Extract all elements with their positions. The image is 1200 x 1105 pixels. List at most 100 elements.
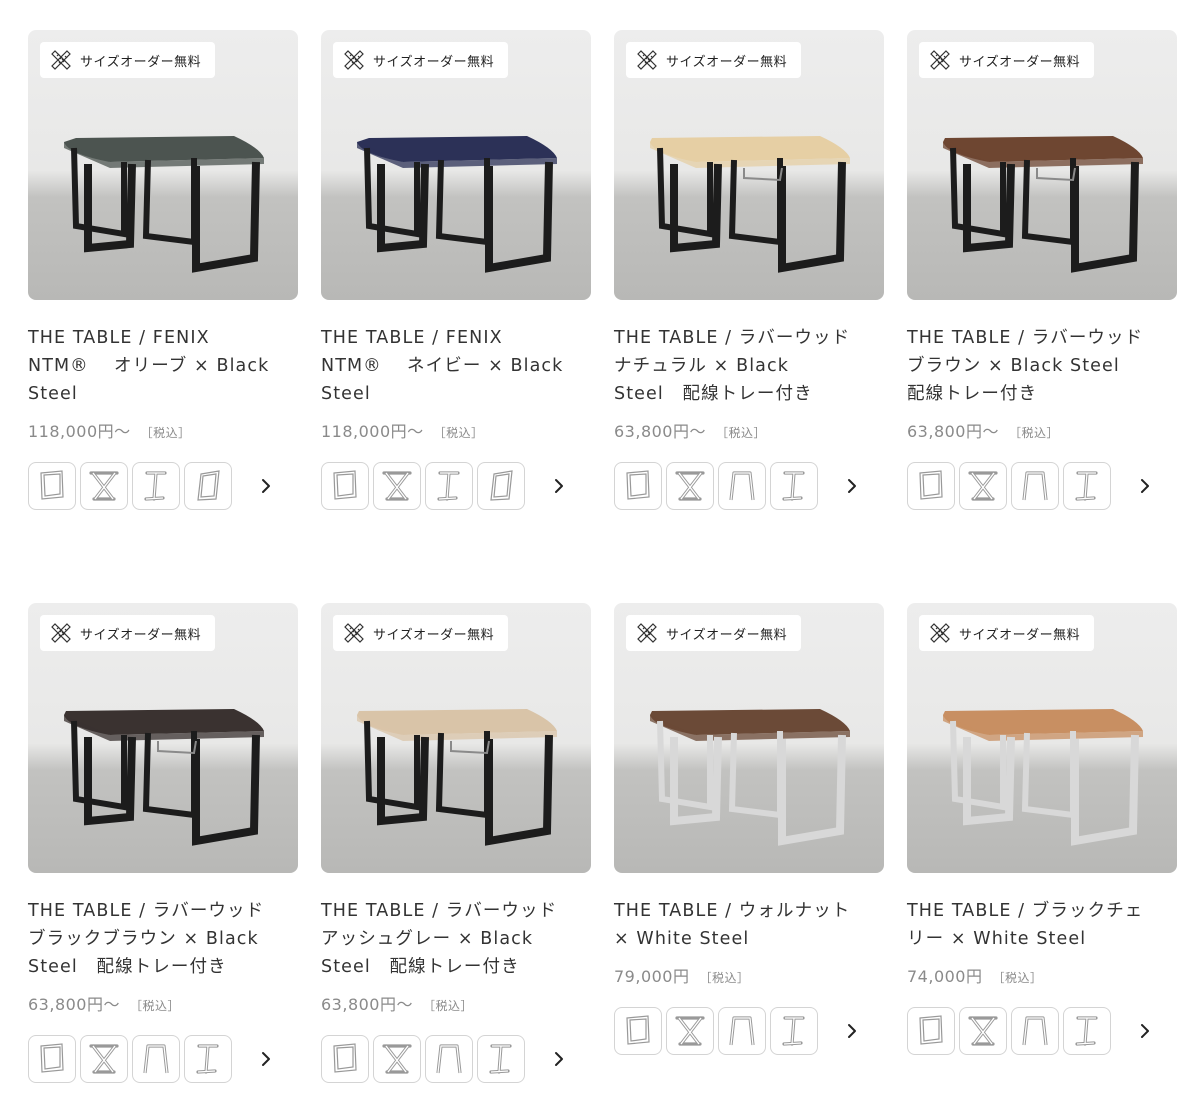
product-card[interactable]: サイズオーダー無料 THE TABLE / ウォルナット × White Ste… [614, 603, 884, 1055]
chevron-right-icon[interactable] [840, 1019, 864, 1043]
leg-option[interactable] [28, 462, 76, 510]
x-leg-icon [968, 1016, 998, 1046]
leg-option[interactable] [477, 1035, 525, 1083]
i-leg-icon [1075, 471, 1098, 501]
leg-option[interactable] [770, 462, 818, 510]
leg-option[interactable] [1011, 462, 1059, 510]
slanted-leg-icon [197, 470, 220, 501]
chevron-right-icon[interactable] [254, 474, 278, 498]
title-line: THE TABLE / FENIX [28, 328, 210, 348]
title-line: Steel 配線トレー付き [28, 957, 227, 977]
product-title[interactable]: THE TABLE / ブラックチェ リー × White Steel [907, 897, 1177, 953]
leg-option[interactable] [1063, 462, 1111, 510]
chevron-right-icon[interactable] [1133, 474, 1157, 498]
ruler-cross-svg [344, 623, 364, 643]
title-line: × White Steel [614, 929, 750, 949]
size-order-badge: サイズオーダー無料 [626, 42, 802, 78]
product-photo[interactable]: サイズオーダー無料 [614, 603, 884, 873]
product-card[interactable]: サイズオーダー無料 THE TABLE / ラバーウッド アッシュグレー × B… [321, 603, 591, 1083]
leg-option[interactable] [959, 1007, 1007, 1055]
ruler-cross-svg [344, 50, 364, 70]
title-line: THE TABLE / ラバーウッド [907, 328, 1144, 348]
leg-option[interactable] [666, 1007, 714, 1055]
product-price: 79,000円 [614, 967, 690, 986]
leg-option[interactable] [770, 1007, 818, 1055]
leg-options [321, 462, 591, 510]
leg-option[interactable] [80, 1035, 128, 1083]
product-photo[interactable]: サイズオーダー無料 [614, 30, 884, 300]
product-card[interactable]: サイズオーダー無料 THE TABLE / ラバーウッド ナチュラル × Bla… [614, 30, 884, 510]
leg-options [614, 1007, 884, 1055]
leg-options-viewport [907, 462, 1115, 510]
leg-option[interactable] [373, 462, 421, 510]
chevron-right-icon[interactable] [1133, 1019, 1157, 1043]
leg-option[interactable] [907, 1007, 955, 1055]
product-title[interactable]: THE TABLE / ウォルナット × White Steel [614, 897, 884, 953]
leg-option[interactable] [1011, 1007, 1059, 1055]
product-title[interactable]: THE TABLE / ラバーウッド ナチュラル × Black Steel 配… [614, 324, 884, 408]
leg-option[interactable] [425, 462, 473, 510]
product-title[interactable]: THE TABLE / FENIX NTM® オリーブ × Black Stee… [28, 324, 298, 408]
leg-option[interactable] [614, 1007, 662, 1055]
product-card[interactable]: サイズオーダー無料 THE TABLE / FENIX NTM® オリーブ × … [28, 30, 298, 510]
product-photo[interactable]: サイズオーダー無料 [28, 30, 298, 300]
leg-option[interactable] [321, 462, 369, 510]
leg-option[interactable] [80, 462, 128, 510]
title-line: ブラウン × Black Steel [907, 356, 1120, 376]
leg-option[interactable] [907, 462, 955, 510]
badge-label: サイズオーダー無料 [959, 627, 1081, 643]
leg-option[interactable] [718, 462, 766, 510]
badge-label: サイズオーダー無料 [666, 54, 788, 70]
leg-option[interactable] [184, 462, 232, 510]
chevron-right-icon[interactable] [254, 1047, 278, 1071]
leg-option[interactable] [28, 1035, 76, 1083]
leg-option[interactable] [477, 462, 525, 510]
ruler-cross-icon [341, 47, 367, 73]
product-card[interactable]: サイズオーダー無料 THE TABLE / ラバーウッド ブラウン × Blac… [907, 30, 1177, 510]
price-row: 63,800円〜 ［税込］ [321, 991, 591, 1015]
product-title[interactable]: THE TABLE / ラバーウッド ブラウン × Black Steel 配線… [907, 324, 1177, 408]
product-card[interactable]: サイズオーダー無料 THE TABLE / ブラックチェ リー × White … [907, 603, 1177, 1055]
square-leg-icon [40, 470, 64, 500]
chevron-right-icon[interactable] [547, 474, 571, 498]
ruler-cross-icon [48, 47, 74, 73]
trapezoid-leg-icon [1022, 471, 1048, 501]
product-photo[interactable]: サイズオーダー無料 [907, 603, 1177, 873]
chevron-right-icon[interactable] [840, 474, 864, 498]
product-card[interactable]: サイズオーダー無料 THE TABLE / ラバーウッド ブラックブラウン × … [28, 603, 298, 1083]
ruler-cross-icon [48, 620, 74, 646]
square-leg-icon [40, 1043, 64, 1073]
title-line: Steel [28, 384, 78, 404]
chevron-right-icon[interactable] [547, 1047, 571, 1071]
tax-label: ［税込］ [140, 426, 191, 440]
leg-option[interactable] [373, 1035, 421, 1083]
leg-option[interactable] [614, 462, 662, 510]
leg-option[interactable] [1063, 1007, 1111, 1055]
product-card[interactable]: サイズオーダー無料 THE TABLE / FENIX NTM® ネイビー × … [321, 30, 591, 510]
ruler-cross-icon [341, 620, 367, 646]
i-leg-icon [437, 471, 460, 501]
leg-option[interactable] [666, 462, 714, 510]
leg-option[interactable] [184, 1035, 232, 1083]
product-title[interactable]: THE TABLE / FENIX NTM® ネイビー × Black Stee… [321, 324, 591, 408]
price-row: 118,000円〜 ［税込］ [321, 418, 591, 442]
leg-option[interactable] [132, 462, 180, 510]
product-title[interactable]: THE TABLE / ラバーウッド ブラックブラウン × Black Stee… [28, 897, 298, 981]
product-photo[interactable]: サイズオーダー無料 [321, 30, 591, 300]
leg-option[interactable] [321, 1035, 369, 1083]
product-photo[interactable]: サイズオーダー無料 [321, 603, 591, 873]
leg-option[interactable] [718, 1007, 766, 1055]
leg-options-viewport [321, 462, 529, 510]
title-line: THE TABLE / ラバーウッド [321, 901, 558, 921]
leg-option[interactable] [959, 462, 1007, 510]
ruler-cross-svg [51, 623, 71, 643]
i-leg-icon [144, 471, 167, 501]
product-photo[interactable]: サイズオーダー無料 [28, 603, 298, 873]
badge-label: サイズオーダー無料 [80, 627, 202, 643]
product-photo[interactable]: サイズオーダー無料 [907, 30, 1177, 300]
product-title[interactable]: THE TABLE / ラバーウッド アッシュグレー × Black Steel… [321, 897, 591, 981]
badge-label: サイズオーダー無料 [959, 54, 1081, 70]
leg-option[interactable] [425, 1035, 473, 1083]
leg-option[interactable] [132, 1035, 180, 1083]
slanted-leg-icon [490, 470, 513, 501]
